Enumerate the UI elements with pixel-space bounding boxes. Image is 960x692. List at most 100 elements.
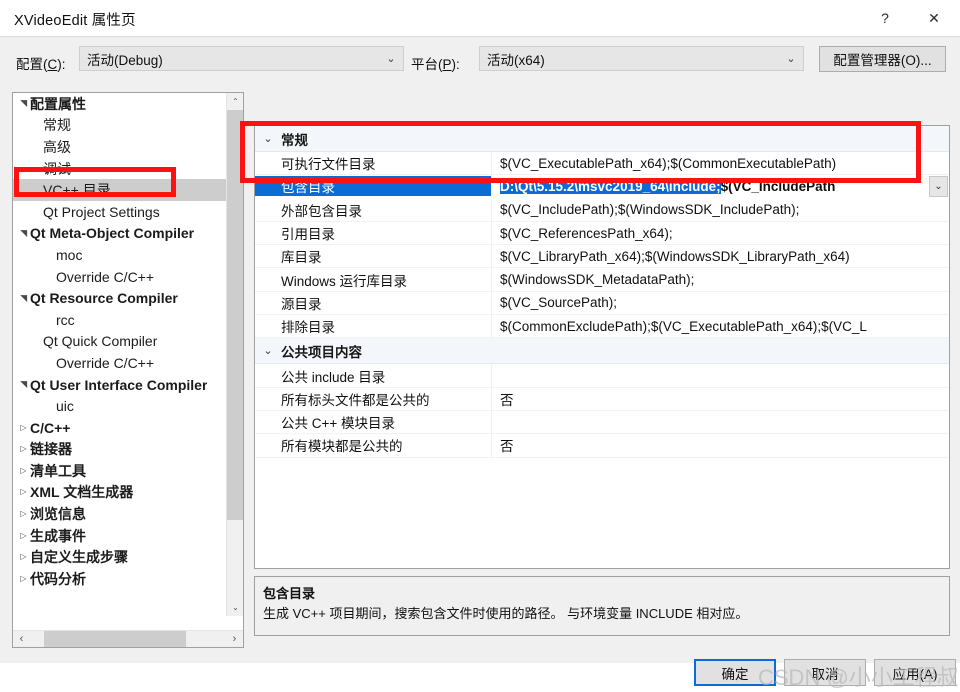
tree-item-1[interactable]: 常规 bbox=[13, 115, 226, 137]
property-value: $(CommonExcludePath);$(VC_ExecutablePath… bbox=[491, 315, 949, 338]
property-row[interactable]: 外部包含目录 $(VC_IncludePath);$(WindowsSDK_Inc… bbox=[255, 198, 949, 222]
close-icon[interactable]: ✕ bbox=[908, 0, 960, 36]
tree-collapse-arrow-icon[interactable]: ▷ bbox=[17, 466, 30, 475]
property-name: 包含目录 bbox=[255, 176, 491, 197]
tree-item-label: rcc bbox=[56, 311, 75, 328]
chevron-down-icon[interactable]: ⌄ bbox=[255, 132, 281, 145]
tree-item-label: Override C/C++ bbox=[56, 268, 155, 285]
tree-item-19[interactable]: ▷ 浏览信息 bbox=[13, 503, 226, 525]
chevron-down-icon[interactable]: ⌄ bbox=[255, 344, 281, 357]
grid-category-1[interactable]: ⌄ 公共项目内容 bbox=[255, 338, 949, 365]
tree-item-label: Qt Resource Compiler bbox=[30, 290, 178, 307]
property-row[interactable]: 包含目录 D:\Qt\5.15.2\msvc2019_64\include;$(V… bbox=[255, 175, 949, 199]
configuration-label: 配置(C): bbox=[16, 57, 66, 72]
configuration-manager-button[interactable]: 配置管理器(O)... bbox=[819, 46, 946, 72]
property-value: $(VC_LibraryPath_x64);$(WindowsSDK_Libra… bbox=[491, 245, 949, 268]
property-name: 排除目录 bbox=[281, 320, 335, 336]
tree-item-5[interactable]: Qt Project Settings bbox=[13, 201, 226, 223]
tree-expand-arrow-icon[interactable]: ◢ bbox=[18, 227, 28, 240]
scroll-left-icon[interactable]: ‹ bbox=[13, 631, 30, 648]
tree-item-label: 高级 bbox=[43, 138, 71, 155]
tree-item-label: VC++ 目录 bbox=[43, 182, 111, 199]
property-row[interactable]: 所有标头文件都是公共的 否 bbox=[255, 387, 949, 411]
tree-expand-arrow-icon[interactable]: ◢ bbox=[18, 378, 28, 391]
cancel-button[interactable]: 取消 bbox=[784, 659, 866, 686]
property-value bbox=[491, 410, 949, 434]
tree-item-label: 配置属性 bbox=[30, 95, 86, 112]
tree-hscroll-track[interactable] bbox=[30, 630, 226, 647]
property-name: 库目录 bbox=[281, 250, 322, 266]
tree-expand-arrow-icon[interactable]: ◢ bbox=[18, 97, 28, 110]
tree-item-18[interactable]: ▷ XML 文档生成器 bbox=[13, 482, 226, 504]
help-icon[interactable]: ? bbox=[862, 0, 908, 36]
apply-button[interactable]: 应用(A) bbox=[874, 659, 956, 686]
tree-vertical-scrollbar[interactable]: ⌃ ⌄ bbox=[226, 93, 243, 616]
grid-category-title: 常规 bbox=[281, 132, 308, 148]
property-value-editor[interactable]: D:\Qt\5.15.2\msvc2019_64\include;$(VC_In… bbox=[491, 175, 949, 198]
property-row[interactable]: 引用目录 $(VC_ReferencesPath_x64); bbox=[255, 221, 949, 246]
chevron-down-icon: ⌄ bbox=[786, 53, 796, 65]
tree-item-2[interactable]: 高级 bbox=[13, 136, 226, 158]
scroll-down-icon[interactable]: ⌄ bbox=[227, 599, 243, 616]
property-row[interactable]: 可执行文件目录 $(VC_ExecutablePath_x64);$(Common… bbox=[255, 152, 949, 176]
scroll-right-icon[interactable]: › bbox=[226, 631, 243, 648]
property-row[interactable]: 公共 include 目录 bbox=[255, 364, 949, 388]
property-name: 公共 include 目录 bbox=[281, 369, 386, 385]
property-row[interactable]: 公共 C++ 模块目录 bbox=[255, 410, 949, 435]
tree-collapse-arrow-icon[interactable]: ▷ bbox=[17, 553, 30, 561]
tree-item-7[interactable]: moc bbox=[13, 244, 226, 266]
tree-item-20[interactable]: ▷ 生成事件 bbox=[13, 525, 226, 547]
property-value-remaining-text: $(VC_IncludePath bbox=[720, 178, 836, 194]
tree-item-4[interactable]: VC++ 目录 bbox=[13, 179, 226, 201]
tree-item-12[interactable]: Override C/C++ bbox=[13, 352, 226, 374]
property-row[interactable]: 库目录 $(VC_LibraryPath_x64);$(WindowsSDK_Li… bbox=[255, 245, 949, 269]
tree-item-6[interactable]: ◢ Qt Meta-Object Compiler bbox=[13, 223, 226, 245]
property-name: 外部包含目录 bbox=[281, 203, 362, 219]
tree-item-label: moc bbox=[56, 246, 83, 263]
properties-tree[interactable]: ◢ 配置属性 常规 高级 调试 VC++ 目录 Qt Project Settings ◢ Qt… bbox=[13, 93, 226, 616]
tree-collapse-arrow-icon[interactable]: ▷ bbox=[17, 445, 30, 453]
platform-label: 平台(P): bbox=[411, 57, 460, 72]
property-row[interactable]: 排除目录 $(CommonExcludePath);$(VC_Executable… bbox=[255, 315, 949, 339]
tree-item-10[interactable]: rcc bbox=[13, 309, 226, 331]
property-row[interactable]: Windows 运行库目录 $(WindowsSDK_MetadataPath); bbox=[255, 268, 949, 292]
tree-item-21[interactable]: ▷ 自定义生成步骤 bbox=[13, 546, 226, 568]
tree-item-9[interactable]: ◢ Qt Resource Compiler bbox=[13, 287, 226, 309]
tree-item-3[interactable]: 调试 bbox=[13, 158, 226, 180]
tree-item-15[interactable]: ▷ C/C++ bbox=[13, 417, 226, 439]
tree-collapse-arrow-icon[interactable]: ▷ bbox=[17, 510, 30, 518]
tree-item-label: uic bbox=[56, 398, 74, 415]
tree-item-17[interactable]: ▷ 清单工具 bbox=[13, 460, 226, 482]
tree-item-16[interactable]: ▷ 链接器 bbox=[13, 439, 226, 461]
description-text: 生成 VC++ 项目期间，搜索包含文件时使用的路径。 与环境变量 INCLUDE… bbox=[263, 606, 749, 621]
tree-item-22[interactable]: ▷ 代码分析 bbox=[13, 568, 226, 590]
tree-item-14[interactable]: uic bbox=[13, 395, 226, 417]
property-value bbox=[491, 364, 949, 387]
tree-item-8[interactable]: Override C/C++ bbox=[13, 266, 226, 288]
property-row[interactable]: 所有模块都是公共的 否 bbox=[255, 434, 949, 458]
ok-button[interactable]: 确定 bbox=[694, 659, 776, 686]
tree-collapse-arrow-icon[interactable]: ▷ bbox=[17, 531, 30, 540]
tree-item-11[interactable]: Qt Quick Compiler bbox=[13, 331, 226, 353]
tree-vscroll-thumb[interactable] bbox=[227, 110, 243, 520]
tree-item-13[interactable]: ◢ Qt User Interface Compiler bbox=[13, 374, 226, 396]
tree-collapse-arrow-icon[interactable]: ▷ bbox=[17, 423, 30, 432]
property-grid[interactable]: ⌄ 常规 可执行文件目录 $(VC_ExecutablePath_x64);$(Com… bbox=[254, 125, 950, 569]
tree-item-0[interactable]: ◢ 配置属性 bbox=[13, 93, 226, 115]
platform-select-value: 活动(x64) bbox=[487, 52, 545, 68]
property-value-selected-text: D:\Qt\5.15.2\msvc2019_64\include; bbox=[500, 178, 721, 194]
property-row[interactable]: 源目录 $(VC_SourcePath); bbox=[255, 291, 949, 316]
window-controls: ? ✕ bbox=[862, 0, 960, 36]
property-value: $(VC_IncludePath);$(WindowsSDK_IncludePa… bbox=[491, 198, 949, 221]
platform-select[interactable]: 活动(x64) ⌄ bbox=[479, 46, 804, 71]
tree-collapse-arrow-icon[interactable]: ▷ bbox=[17, 488, 30, 496]
configuration-select[interactable]: 活动(Debug) ⌄ bbox=[79, 46, 404, 71]
scroll-up-icon[interactable]: ⌃ bbox=[227, 93, 243, 110]
tree-item-label: C/C++ bbox=[30, 419, 71, 436]
tree-expand-arrow-icon[interactable]: ◢ bbox=[18, 292, 28, 305]
chevron-down-icon[interactable]: ⌄ bbox=[929, 175, 948, 197]
tree-horizontal-scrollbar[interactable]: ‹ › bbox=[13, 630, 243, 647]
tree-hscroll-thumb[interactable] bbox=[44, 630, 186, 647]
tree-collapse-arrow-icon[interactable]: ▷ bbox=[17, 574, 30, 583]
grid-category-0[interactable]: ⌄ 常规 bbox=[255, 126, 949, 152]
